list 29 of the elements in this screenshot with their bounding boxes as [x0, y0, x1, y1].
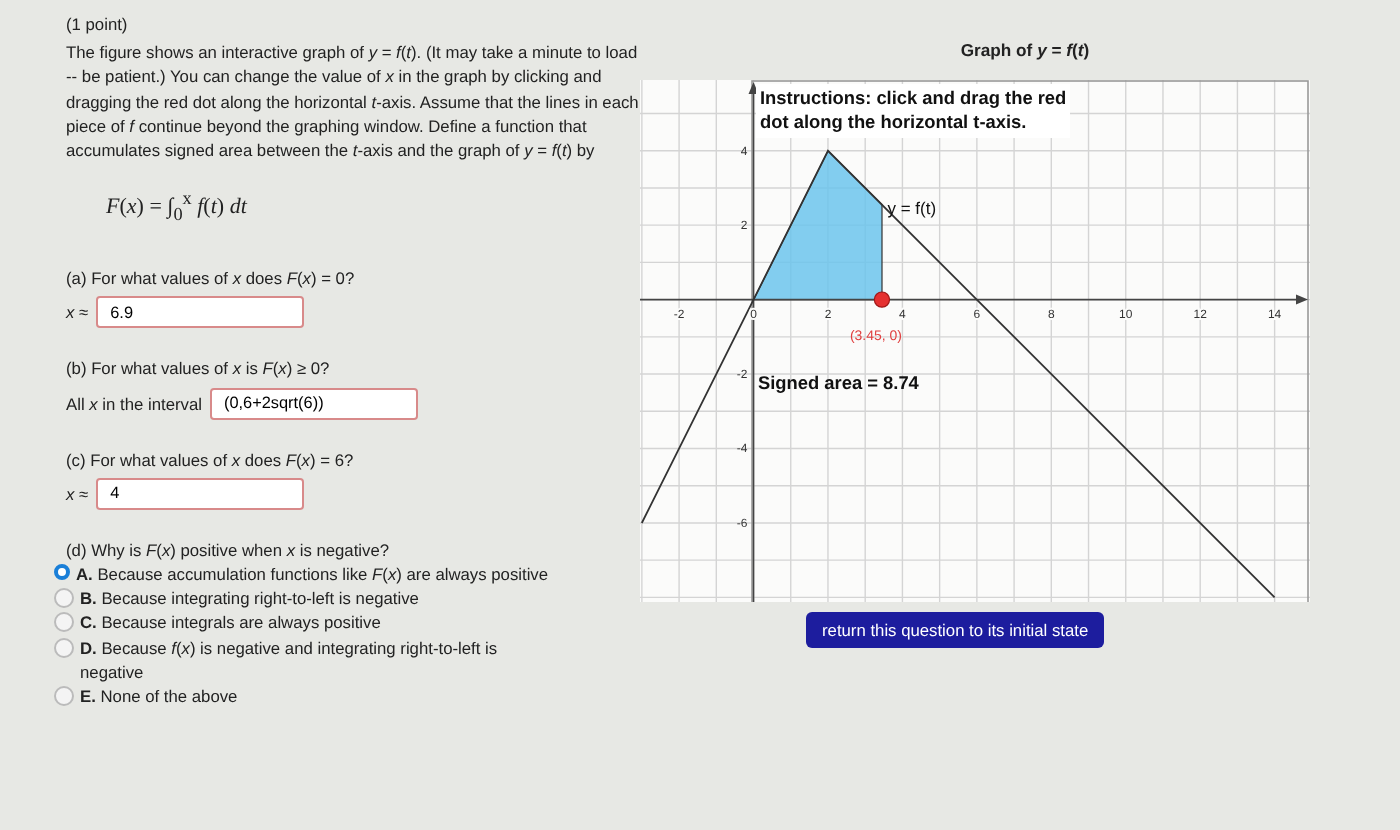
point-value: (1 point)	[66, 12, 130, 37]
option-text[interactable]: E. None of the above	[80, 684, 560, 709]
option-text[interactable]: C. Because integrals are always positive	[80, 610, 560, 636]
answer-field[interactable]: 6.9	[96, 296, 305, 329]
option-text[interactable]: B. Because integrating right-to-left is negative	[80, 586, 560, 611]
reset-button[interactable]: return this question to its initial state	[806, 612, 1105, 649]
question-text: (b) For what values of x is F(x) ≥ 0?	[66, 356, 332, 382]
question-text: (d) Why is F(x) positive when x is negative?	[66, 537, 392, 563]
radio-button[interactable]	[54, 588, 74, 609]
answer-field[interactable]: (0,6+2sqrt(6))	[209, 387, 418, 420]
curve-label: y = f(t)	[887, 198, 937, 218]
radio-button[interactable]	[54, 637, 74, 658]
integral-formula: F(x) = ∫$_{0}$$^{x}$ f(t) dt	[106, 186, 250, 227]
answer-field[interactable]: 4	[96, 477, 305, 510]
question-text: (c) For what values of x does F(x) = 6?	[66, 447, 356, 472]
answer-label: All x in the interval	[66, 391, 202, 416]
option-text[interactable]: A. Because accumulation functions like F(x) are always positive	[76, 562, 556, 587]
problem-text: The figure shows an interactive graph of y = f(t). (It may take a minute to load -- be patient.) You can change the value of x in the graph by clicking and dragging the red dot along the horizontal t-axis. Assume that the lines in each piece of f continue beyond the graphing window. Define a function that accumulates signed area between the t-axis and the graph of y = f(t) by	[66, 40, 640, 163]
answer-label: x ≈	[66, 300, 89, 326]
signed-area-text: Signed area = 8.74	[758, 372, 919, 393]
graph-title: Graph of y = f(t)	[960, 40, 1090, 60]
radio-button[interactable]	[54, 686, 74, 707]
option-text[interactable]: D. Because f(x) is negative and integrating right-to-left is negative	[80, 635, 560, 685]
answer-label: x ≈	[66, 481, 89, 506]
radio-button[interactable]	[54, 564, 70, 581]
question-text: (a) For what values of x does F(x) = 0?	[66, 266, 357, 291]
draggable-point[interactable]	[873, 291, 891, 308]
instructions-text: Instructions: click and drag the red dot along the horizontal t-axis.	[756, 84, 1071, 138]
radio-button[interactable]	[54, 612, 74, 633]
